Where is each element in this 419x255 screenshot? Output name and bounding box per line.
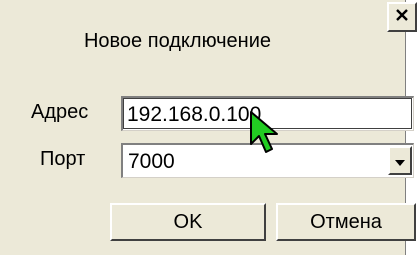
- close-icon: [394, 7, 410, 28]
- address-label: Адрес: [31, 101, 89, 123]
- dialog-title: Новое подключение: [83, 30, 272, 52]
- port-label: Порт: [40, 148, 86, 170]
- new-connection-dialog: Новое подключение Адрес 192.168.0.100 По…: [0, 0, 417, 255]
- close-button[interactable]: [387, 2, 417, 32]
- cancel-button[interactable]: Отмена: [276, 203, 416, 241]
- mouse-pointer-icon: [248, 110, 288, 160]
- chevron-down-icon: [394, 149, 406, 173]
- port-value: 7000: [128, 150, 175, 173]
- port-dropdown-button[interactable]: [388, 146, 412, 175]
- ok-button[interactable]: OK: [110, 203, 266, 241]
